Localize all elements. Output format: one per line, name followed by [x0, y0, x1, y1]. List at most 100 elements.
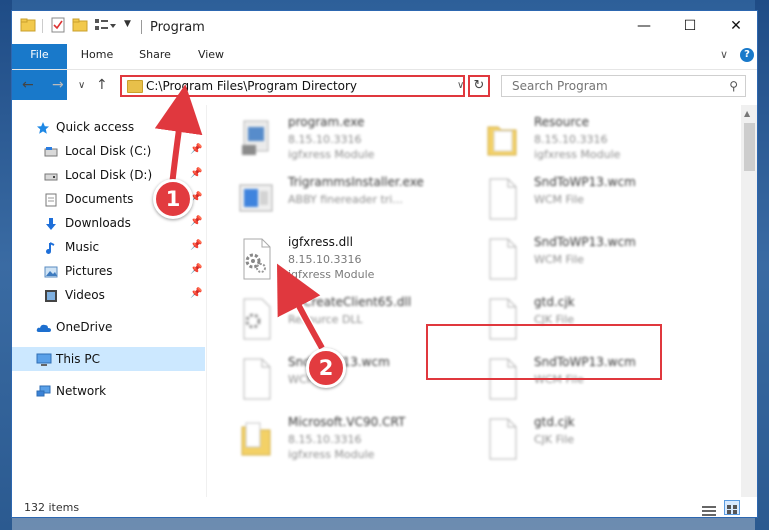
up-arrow-icon[interactable]: ↑	[96, 77, 108, 93]
file-item[interactable]: SndToWP13.wcm WCM File	[476, 171, 714, 227]
new-folder-icon[interactable]	[72, 17, 88, 35]
sidebar-item-label: Videos	[65, 288, 105, 302]
navigation-pane: Quick access Local Disk (C:) 📌 Local Dis…	[12, 105, 205, 497]
close-button[interactable]: ✕	[713, 11, 757, 41]
properties-icon[interactable]	[50, 17, 66, 35]
pictures-icon	[44, 264, 58, 278]
sidebar-item-label: Downloads	[65, 216, 131, 230]
sidebar-item-pictures[interactable]: Pictures 📌	[12, 259, 205, 283]
file-item[interactable]: gtd.cjk CJK File	[476, 411, 714, 467]
status-bar: 132 items	[12, 497, 757, 517]
file-meta: igfxress Module	[288, 268, 375, 281]
blank-file-icon	[489, 238, 517, 280]
onedrive-icon	[36, 320, 51, 334]
file-item[interactable]: TrigrammsInstaller.exe ABBY finereader t…	[230, 171, 468, 227]
sidebar-item-label: Music	[65, 240, 100, 254]
help-icon[interactable]: ?	[740, 48, 754, 62]
pin-icon[interactable]: 📌	[190, 264, 202, 275]
scroll-up-arrow-icon[interactable]: ▲	[744, 109, 750, 118]
minimize-button[interactable]: —	[621, 11, 667, 41]
file-meta: 8.15.10.3316	[288, 433, 362, 446]
qa-divider	[42, 19, 43, 33]
pin-icon[interactable]: 📌	[190, 168, 202, 179]
sidebar-item-label: Network	[56, 384, 107, 398]
sidebar-item-local-disk-c[interactable]: Local Disk (C:) 📌	[12, 139, 205, 163]
pin-icon[interactable]: 📌	[190, 240, 202, 251]
file-meta: 8.15.10.3316	[288, 133, 362, 146]
details-view-icon[interactable]	[702, 502, 716, 517]
star-icon	[36, 120, 50, 134]
search-input[interactable]	[510, 78, 714, 94]
file-item[interactable]: Resource 8.15.10.3316 igfxress Module	[476, 111, 714, 167]
forward-arrow-icon[interactable]: →	[52, 77, 64, 93]
file-name: ReCreateClient65.dll	[288, 295, 412, 309]
file-name: SndToWP13.wcm	[534, 175, 636, 189]
address-bar[interactable]: C:\Program Files\Program Directory ∨	[120, 75, 465, 97]
search-icon[interactable]: ⚲	[729, 79, 738, 93]
file-item-igfxress-dll[interactable]: igfxress.dll 8.15.10.3316 igfxress Modul…	[230, 231, 468, 287]
file-meta: 8.15.10.3316	[534, 133, 608, 146]
address-folder-icon	[127, 80, 143, 93]
view-options-icon[interactable]	[94, 17, 116, 35]
folder-icon	[487, 126, 517, 156]
file-list: program.exe 8.15.10.3316 igfxress Module…	[208, 105, 738, 497]
recent-locations-chevron-icon[interactable]: ∨	[78, 80, 85, 91]
downloads-icon	[44, 216, 58, 230]
file-meta: igfxress Module	[534, 148, 621, 161]
tab-share[interactable]: Share	[130, 44, 180, 66]
back-arrow-icon[interactable]: ←	[22, 77, 34, 93]
dll-gear-icon	[243, 238, 271, 280]
expand-ribbon-chevron-icon[interactable]: ∨	[720, 48, 728, 61]
installer-icon	[239, 184, 273, 212]
sidebar-item-this-pc[interactable]: This PC	[12, 347, 205, 371]
folder-doc-icon	[241, 422, 271, 456]
file-name: SndToWP13.wcm	[534, 235, 636, 249]
file-meta: Resource DLL	[288, 313, 363, 326]
folder-icon	[20, 17, 36, 35]
explorer-window: ▼ Program — ☐ ✕ File Home Share View ∨ ?…	[11, 10, 758, 518]
title-bar: ▼ Program — ☐ ✕	[12, 11, 757, 43]
pin-icon[interactable]: 📌	[190, 288, 202, 299]
file-name: igfxress.dll	[288, 235, 353, 249]
large-icons-view-icon[interactable]	[724, 500, 740, 515]
address-dropdown-chevron-icon[interactable]: ∨	[457, 80, 464, 91]
file-name: gtd.cjk	[534, 415, 575, 429]
drive-icon	[44, 144, 58, 158]
file-item[interactable]: SndToWP13.wcm WCM File	[476, 231, 714, 287]
highlight-box	[426, 324, 662, 380]
sidebar-item-label: Quick access	[56, 120, 135, 134]
pane-divider	[206, 105, 207, 497]
file-meta: 8.15.10.3316	[288, 253, 362, 266]
drive-icon	[44, 168, 58, 182]
blank-file-icon	[489, 418, 517, 460]
sidebar-item-music[interactable]: Music 📌	[12, 235, 205, 259]
music-icon	[44, 240, 58, 254]
sidebar-item-videos[interactable]: Videos 📌	[12, 283, 205, 307]
tab-view[interactable]: View	[186, 44, 236, 66]
sidebar-item-label: This PC	[56, 352, 100, 366]
file-item[interactable]: Microsoft.VC90.CRT 8.15.10.3316 igfxress…	[230, 411, 468, 467]
address-path[interactable]: C:\Program Files\Program Directory	[146, 79, 357, 93]
pin-icon[interactable]: 📌	[190, 216, 202, 227]
scrollbar-thumb[interactable]	[744, 123, 755, 171]
step-badge-2: 2	[306, 348, 346, 388]
file-name: Microsoft.VC90.CRT	[288, 415, 406, 429]
customize-qa-chevron-icon[interactable]: ▼	[124, 19, 131, 37]
sidebar-item-network[interactable]: Network	[12, 379, 205, 403]
pin-icon[interactable]: 📌	[190, 144, 202, 155]
navigation-bar: ← → ∨ ↑ C:\Program Files\Program Directo…	[12, 69, 757, 104]
file-item[interactable]: program.exe 8.15.10.3316 igfxress Module	[230, 111, 468, 167]
tab-home[interactable]: Home	[72, 44, 122, 66]
sidebar-item-label: OneDrive	[56, 320, 113, 334]
file-name: Resource	[534, 115, 590, 129]
search-box[interactable]: ⚲	[501, 75, 746, 97]
sidebar-item-quick-access[interactable]: Quick access	[12, 115, 205, 139]
exe-icon	[242, 120, 269, 155]
blank-file-icon	[489, 178, 517, 220]
title-separator	[141, 20, 142, 34]
maximize-button[interactable]: ☐	[667, 11, 713, 41]
refresh-button[interactable]: ↻	[468, 75, 490, 97]
vertical-scrollbar[interactable]: ▲	[741, 105, 757, 497]
sidebar-item-onedrive[interactable]: OneDrive	[12, 315, 205, 339]
step-badge-1: 1	[153, 179, 193, 219]
